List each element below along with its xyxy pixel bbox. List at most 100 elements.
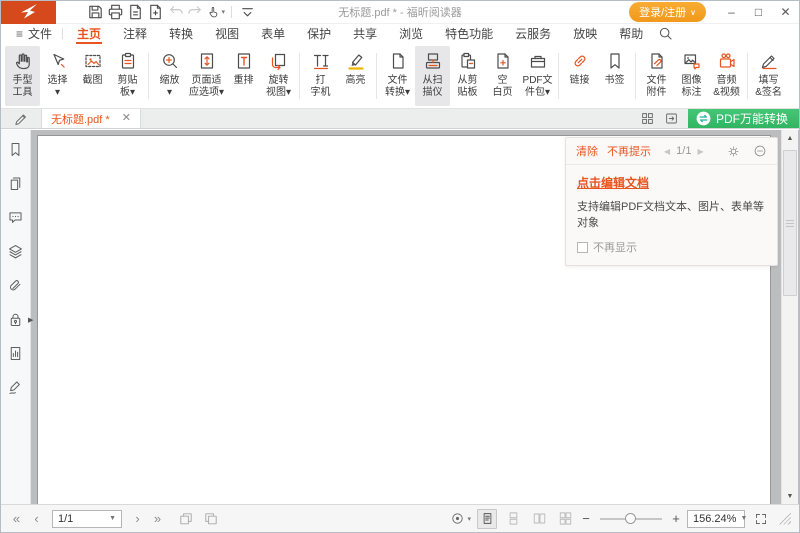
image-annotation-icon xyxy=(682,49,702,73)
zoom-slider[interactable] xyxy=(600,518,662,520)
checkbox-box[interactable] xyxy=(577,242,588,253)
tab-close-icon[interactable]: ✕ xyxy=(122,113,131,124)
menu-tab-slideshow[interactable]: 放映 xyxy=(562,24,608,43)
menu-tab-share[interactable]: 共享 xyxy=(342,24,388,43)
ribbon-item-label: 页面适 应选项▾ xyxy=(189,75,224,99)
edit-pencil-icon[interactable] xyxy=(1,109,41,128)
menu-tab-browse[interactable]: 浏览 xyxy=(388,24,434,43)
maximize-button[interactable]: □ xyxy=(745,1,772,23)
print-icon[interactable] xyxy=(106,3,125,22)
ribbon-item-reflow[interactable]: 重排 xyxy=(226,46,261,106)
ribbon-item-clipboard[interactable]: 剪贴 板▾ xyxy=(110,46,145,106)
touchmode-icon[interactable]: ▾ xyxy=(206,3,225,22)
edit-document-link[interactable]: 点击编辑文档 xyxy=(577,174,649,191)
notification-clear-button[interactable]: 清除 xyxy=(576,143,598,159)
menu-tab-form[interactable]: 表单 xyxy=(250,24,296,43)
facing-view-icon[interactable] xyxy=(529,509,549,529)
ribbon-item-link[interactable]: 链接 xyxy=(562,46,597,106)
scroll-down-icon[interactable]: ▼ xyxy=(782,488,798,504)
ribbon-item-file-convert[interactable]: 文件 转换▾ xyxy=(380,46,415,106)
pdf-convert-button[interactable]: PDF万能转换 xyxy=(688,109,799,128)
notification-minimize-icon[interactable] xyxy=(753,144,767,158)
next-page-button[interactable]: › xyxy=(130,511,145,526)
single-page-view-icon[interactable] xyxy=(477,509,497,529)
vertical-scrollbar[interactable]: ▲ ▼ xyxy=(781,130,798,504)
previous-view-icon[interactable] xyxy=(176,509,196,529)
ribbon-item-select[interactable]: 选择 ▾ xyxy=(40,46,75,106)
ribbon-item-snapshot[interactable]: 截图 xyxy=(75,46,110,106)
minimize-button[interactable]: – xyxy=(718,1,745,23)
close-button[interactable]: ✕ xyxy=(772,1,799,23)
menu-tab-view[interactable]: 视图 xyxy=(204,24,250,43)
open-icon[interactable] xyxy=(66,3,85,22)
menu-tab-comment[interactable]: 注释 xyxy=(112,24,158,43)
login-register-button[interactable]: 登录/注册 ∨ xyxy=(629,2,706,22)
sidebar-panel-bookmarks-icon[interactable] xyxy=(6,139,26,159)
zoom-slider-knob[interactable] xyxy=(625,513,636,524)
saveas-icon[interactable] xyxy=(126,3,145,22)
menu-tab-convert[interactable]: 转换 xyxy=(158,24,204,43)
sidebar-panel-pages-icon[interactable] xyxy=(6,173,26,193)
pager-prev-icon[interactable]: ◀ xyxy=(664,147,670,156)
ribbon-item-from-scanner[interactable]: 从扫 描仪 xyxy=(415,46,450,106)
ribbon-item-from-clipboard[interactable]: 从剪 贴板 xyxy=(450,46,485,106)
last-page-button[interactable]: » xyxy=(150,511,165,526)
ribbon-item-rotate-view[interactable]: 旋转 视图▾ xyxy=(261,46,296,106)
save-icon[interactable] xyxy=(86,3,105,22)
redo-icon[interactable] xyxy=(186,3,205,22)
sidebar-panel-signature-icon[interactable] xyxy=(6,377,26,397)
scroll-up-icon[interactable]: ▲ xyxy=(782,130,798,146)
notification-settings-icon[interactable] xyxy=(727,145,740,158)
grid-view-icon[interactable] xyxy=(640,111,655,126)
facing-continuous-view-icon[interactable] xyxy=(555,509,575,529)
view-mode-caret-icon: ▾ xyxy=(467,515,471,523)
menu-tab-home[interactable]: 主页 xyxy=(66,24,112,43)
switch-document-icon[interactable] xyxy=(664,111,679,126)
ribbon-item-blank-page[interactable]: 空 白页 xyxy=(485,46,520,106)
resize-grip[interactable] xyxy=(779,513,791,525)
dont-show-again-checkbox[interactable]: 不再显示 xyxy=(577,239,766,255)
search-icon[interactable] xyxy=(657,25,674,42)
scrollbar-thumb[interactable] xyxy=(783,150,797,296)
menu-tab-protect[interactable]: 保护 xyxy=(296,24,342,43)
ribbon-item-hand-tool[interactable]: 手型 工具 xyxy=(5,46,40,106)
ribbon-item-pdf-package[interactable]: PDF文 件包▾ xyxy=(520,46,555,106)
first-page-button[interactable]: « xyxy=(9,511,24,526)
page-number-combobox[interactable]: 1/1 ▼ xyxy=(52,510,122,528)
ribbon-item-fit-page[interactable]: 页面适 应选项▾ xyxy=(187,46,226,106)
next-view-icon[interactable] xyxy=(201,509,221,529)
zoom-in-button[interactable]: + xyxy=(671,511,681,526)
ribbon-item-typewriter[interactable]: 打 字机 xyxy=(303,46,338,106)
sidebar-panel-form-data-icon[interactable] xyxy=(6,343,26,363)
ribbon-item-image-annotation[interactable]: 图像 标注 xyxy=(674,46,709,106)
fullscreen-icon[interactable] xyxy=(751,509,771,529)
zoom-out-button[interactable]: − xyxy=(581,511,591,526)
pager-next-icon[interactable]: ▶ xyxy=(697,147,703,156)
notification-no-remind-button[interactable]: 不再提示 xyxy=(607,143,651,159)
ribbon-item-fill-sign[interactable]: 填写 &签名 xyxy=(751,46,786,106)
ribbon-item-audio-video[interactable]: 音频 &视频 xyxy=(709,46,744,106)
ribbon-item-bookmark[interactable]: 书签 xyxy=(597,46,632,106)
sidebar-panel-attachments-icon[interactable] xyxy=(6,275,26,295)
document-tab[interactable]: 无标题.pdf * ✕ xyxy=(41,109,141,128)
ribbon-item-label: 填写 &签名 xyxy=(755,75,782,99)
menu-tab-help[interactable]: 帮助 xyxy=(608,24,654,43)
menu-tab-cloud[interactable]: 云服务 xyxy=(504,24,562,43)
sidebar-panel-comments-icon[interactable] xyxy=(6,207,26,227)
prev-page-button[interactable]: ‹ xyxy=(29,511,44,526)
menu-tab-features[interactable]: 特色功能 xyxy=(434,24,504,43)
sidebar-panel-layers-icon[interactable] xyxy=(6,241,26,261)
undo-icon[interactable] xyxy=(166,3,185,22)
sidebar-panel-security-icon[interactable] xyxy=(6,309,26,329)
ribbon-item-highlight[interactable]: 高亮 xyxy=(338,46,373,106)
continuous-view-icon[interactable] xyxy=(503,509,523,529)
ribbon-item-file-attachment[interactable]: 文件 附件 xyxy=(639,46,674,106)
customize-icon[interactable] xyxy=(238,3,257,22)
ribbon-item-zoom[interactable]: 缩放 ▾ xyxy=(152,46,187,106)
newdoc-icon[interactable] xyxy=(146,3,165,22)
menu-file[interactable]: ≡ 文件 xyxy=(9,24,59,43)
sidebar-expand-handle[interactable]: ▶ xyxy=(28,316,33,324)
zoom-level-combobox[interactable]: 156.24% ▼ xyxy=(687,510,745,528)
ribbon-toolbar: 手型 工具选择 ▾截图剪贴 板▾缩放 ▾页面适 应选项▾重排旋转 视图▾打 字机… xyxy=(1,43,799,109)
view-mode-icon[interactable] xyxy=(447,509,467,529)
